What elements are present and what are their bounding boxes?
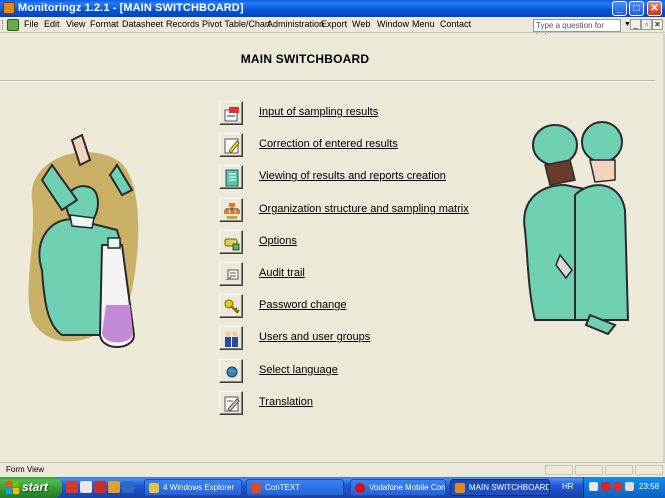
users-button[interactable]	[219, 326, 243, 350]
password-button[interactable]	[219, 294, 243, 318]
key-icon	[224, 299, 240, 314]
title-divider	[0, 80, 655, 82]
audit-trail-icon	[225, 269, 239, 280]
clock[interactable]: 23:58	[639, 482, 659, 491]
menu-datasheet[interactable]: Datasheet	[122, 19, 163, 29]
menu-records[interactable]: Records	[166, 19, 200, 29]
translation-icon	[224, 396, 240, 412]
menu-window[interactable]: Window	[377, 19, 409, 29]
start-label: start	[22, 480, 49, 494]
task-vodafone[interactable]: Vodafone Mobile Con...	[350, 479, 446, 496]
audit-trail-button[interactable]	[219, 262, 243, 286]
status-bar: Form View	[0, 462, 665, 476]
input-sampling-label[interactable]: Input of sampling results	[259, 106, 378, 118]
correction-label[interactable]: Correction of entered results	[259, 138, 398, 150]
menu-web[interactable]: Web	[352, 19, 370, 29]
quicklaunch-app-icon[interactable]	[108, 481, 120, 493]
options-icon	[224, 238, 240, 251]
correction-icon	[224, 138, 240, 154]
status-pane	[545, 465, 573, 475]
task-label: MAIN SWITCHBOARD	[469, 483, 550, 492]
audit-trail-label[interactable]: Audit trail	[259, 267, 305, 279]
status-pane	[605, 465, 633, 475]
organization-label[interactable]: Organization structure and sampling matr…	[259, 203, 469, 215]
vodafone-icon	[355, 483, 365, 493]
input-sampling-button[interactable]	[219, 101, 243, 125]
help-search-input[interactable]: Type a question for help	[533, 19, 621, 41]
task-label: ConTEXT	[265, 483, 301, 492]
taskbar: start 4 Windows Explorer ConTEXT Vodafon…	[0, 477, 665, 498]
org-chart-icon	[224, 203, 240, 219]
translation-label[interactable]: Translation	[259, 396, 313, 408]
mdi-restore-button[interactable]: ▫	[641, 19, 652, 30]
mdi-close-button[interactable]: ✕	[652, 19, 663, 30]
menu-edit[interactable]: Edit	[44, 19, 60, 29]
close-button[interactable]: ✕	[647, 1, 662, 16]
mdi-minimize-button[interactable]: _	[630, 19, 641, 30]
menu-pivot-table-chart[interactable]: Pivot Table/Chart	[202, 19, 270, 29]
document-icon[interactable]	[7, 19, 19, 31]
folder-icon	[149, 483, 159, 493]
app-icon[interactable]	[3, 2, 15, 14]
notebook-icon	[225, 169, 239, 187]
language-label[interactable]: Select language	[259, 364, 338, 376]
menu-contact[interactable]: Contact	[440, 19, 471, 29]
options-label[interactable]: Options	[259, 235, 297, 247]
users-label[interactable]: Users and user groups	[259, 331, 370, 343]
system-tray: 23:58	[583, 477, 665, 498]
edit-form-icon	[224, 107, 239, 122]
language-indicator[interactable]: HR	[562, 482, 574, 491]
task-main-switchboard[interactable]: MAIN SWITCHBOARD	[450, 479, 550, 496]
menu-format[interactable]: Format	[90, 19, 119, 29]
menu-administration[interactable]: Administration	[267, 19, 324, 29]
viewing-button[interactable]	[219, 165, 243, 189]
password-label[interactable]: Password change	[259, 299, 346, 311]
organization-button[interactable]	[219, 198, 243, 222]
quicklaunch-app-icon[interactable]	[80, 481, 92, 493]
task-context[interactable]: ConTEXT	[246, 479, 344, 496]
viewing-label[interactable]: Viewing of results and reports creation	[259, 170, 446, 182]
globe-icon	[226, 366, 238, 378]
window-title: Monitoringz 1.2.1 - [MAIN SWITCHBOARD]	[18, 2, 244, 14]
tray-app-icon[interactable]	[601, 482, 610, 491]
maximize-button[interactable]: □	[629, 1, 644, 16]
windows-flag-icon	[6, 481, 19, 494]
menu-export[interactable]: Export	[321, 19, 347, 29]
menu-menu[interactable]: Menu	[412, 19, 435, 29]
access-app-icon	[455, 483, 465, 493]
correction-button[interactable]	[219, 133, 243, 157]
tray-app-icon[interactable]	[613, 482, 622, 491]
options-button[interactable]	[219, 230, 243, 254]
toolbar-grip[interactable]	[2, 20, 5, 30]
quicklaunch-app-icon[interactable]	[66, 481, 78, 493]
translation-button[interactable]	[219, 391, 243, 415]
scientist-clipart	[28, 133, 139, 348]
minimize-button[interactable]: _	[612, 1, 627, 16]
users-icon	[225, 331, 238, 347]
surgeons-clipart	[523, 121, 630, 335]
switchboard-form: MAIN SWITCHBOARD Input of sampling resul…	[0, 34, 665, 462]
status-text: Form View	[6, 465, 45, 474]
status-pane	[635, 465, 663, 475]
task-label: Vodafone Mobile Con...	[369, 483, 446, 492]
status-pane	[575, 465, 603, 475]
start-button[interactable]: start	[0, 477, 62, 498]
context-app-icon	[251, 483, 261, 493]
task-label: 4 Windows Explorer	[163, 483, 235, 492]
tray-network-icon[interactable]	[589, 482, 598, 491]
task-windows-explorer[interactable]: 4 Windows Explorer	[144, 479, 242, 496]
language-button[interactable]	[219, 359, 243, 383]
form-title: MAIN SWITCHBOARD	[240, 52, 370, 66]
tray-volume-icon[interactable]	[625, 482, 634, 491]
quicklaunch-app-icon[interactable]	[122, 481, 134, 493]
menu-view[interactable]: View	[66, 19, 85, 29]
quicklaunch-app-icon[interactable]	[94, 481, 106, 493]
title-bar[interactable]: Monitoringz 1.2.1 - [MAIN SWITCHBOARD] _…	[0, 0, 665, 17]
menu-file[interactable]: File	[24, 19, 39, 29]
